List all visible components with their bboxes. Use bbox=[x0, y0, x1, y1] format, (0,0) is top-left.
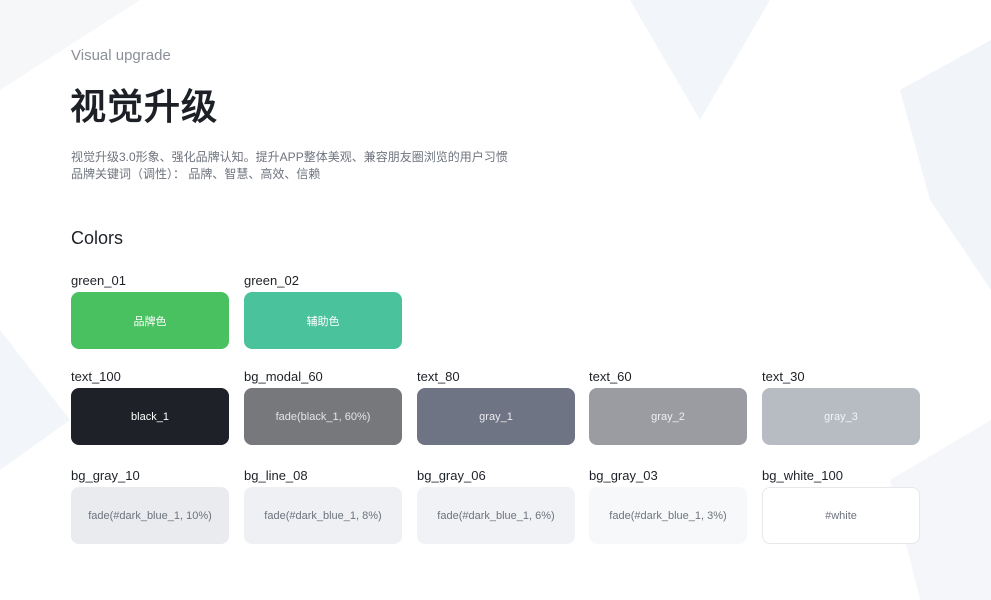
swatch-box: 品牌色 bbox=[71, 292, 229, 349]
swatch-name: text_80 bbox=[417, 369, 460, 384]
swatch-box: black_1 bbox=[71, 388, 229, 445]
swatch-box: fade(#dark_blue_1, 3%) bbox=[589, 487, 747, 544]
swatch-box: gray_1 bbox=[417, 388, 575, 445]
swatch-box: fade(black_1, 60%) bbox=[244, 388, 402, 445]
page-title: 视觉升级 bbox=[70, 86, 219, 127]
swatch-name: bg_gray_06 bbox=[417, 468, 486, 483]
swatch-name: bg_gray_03 bbox=[589, 468, 658, 483]
page-eyebrow: Visual upgrade bbox=[71, 47, 171, 64]
swatch-name: text_100 bbox=[71, 369, 121, 384]
swatch-box: #white bbox=[762, 487, 920, 544]
swatch-box: fade(#dark_blue_1, 8%) bbox=[244, 487, 402, 544]
swatch-name: text_60 bbox=[589, 369, 632, 384]
swatch-name: bg_white_100 bbox=[762, 468, 843, 483]
swatch-name: text_30 bbox=[762, 369, 805, 384]
swatch-box: gray_3 bbox=[762, 388, 920, 445]
swatch-box: fade(#dark_blue_1, 10%) bbox=[71, 487, 229, 544]
swatch-box: 辅助色 bbox=[244, 292, 402, 349]
swatch-name: bg_line_08 bbox=[244, 468, 308, 483]
swatch-name: bg_modal_60 bbox=[244, 369, 323, 384]
swatch-box: fade(#dark_blue_1, 6%) bbox=[417, 487, 575, 544]
description-line-1: 视觉升级3.0形象、强化品牌认知。提升APP整体美观、兼容朋友圈浏览的用户习惯 bbox=[71, 150, 508, 164]
swatch-name: green_01 bbox=[71, 273, 126, 288]
swatch-name: green_02 bbox=[244, 273, 299, 288]
description-line-2: 品牌关键词（调性）： 品牌、智慧、高效、信赖 bbox=[71, 167, 321, 181]
swatch-box: gray_2 bbox=[589, 388, 747, 445]
colors-section-title: Colors bbox=[71, 228, 124, 248]
swatch-name: bg_gray_10 bbox=[71, 468, 140, 483]
